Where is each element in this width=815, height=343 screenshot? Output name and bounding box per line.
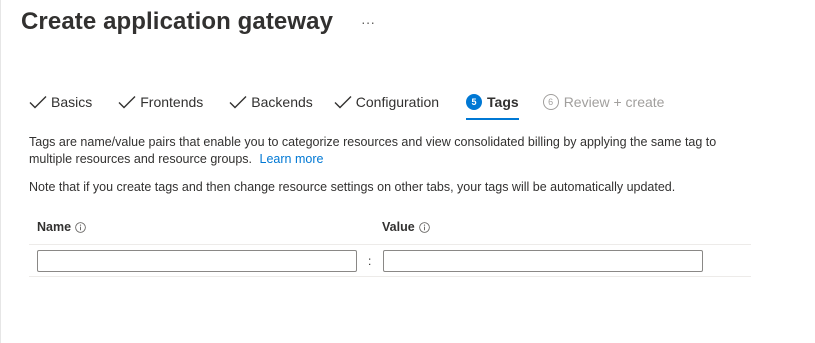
tab-review-create[interactable]: 6 Review + create xyxy=(542,90,665,114)
step-number-badge: 5 xyxy=(466,94,483,110)
tab-label: Tags xyxy=(487,94,519,110)
table-row: : xyxy=(29,245,751,277)
tag-value-input[interactable] xyxy=(383,250,703,272)
page-header: Create application gateway ··· xyxy=(21,8,379,36)
description-text: Tags are name/value pairs that enable yo… xyxy=(29,135,717,166)
tab-label: Frontends xyxy=(140,94,204,110)
tab-label: Backends xyxy=(251,94,313,110)
page-title: Create application gateway xyxy=(21,8,334,35)
checkmark-icon xyxy=(29,96,47,109)
step-number-badge: 6 xyxy=(542,94,559,110)
blade-left-border xyxy=(0,0,1,343)
tags-grid-header: Name Value xyxy=(29,210,751,245)
value-header-label: Value xyxy=(382,220,415,234)
checkmark-icon xyxy=(118,96,136,109)
name-column-header: Name xyxy=(37,220,86,234)
info-icon[interactable] xyxy=(418,221,430,233)
tag-name-input[interactable] xyxy=(37,250,357,272)
tab-label: Configuration xyxy=(355,94,440,110)
more-options-button[interactable]: ··· xyxy=(357,13,379,31)
tab-label: Basics xyxy=(51,94,93,110)
tab-frontends[interactable]: Frontends xyxy=(118,90,203,114)
value-column-header: Value xyxy=(382,220,430,234)
tab-label: Review + create xyxy=(563,94,665,110)
name-header-label: Name xyxy=(37,220,72,234)
tab-backends[interactable]: Backends xyxy=(229,90,313,114)
info-icon[interactable] xyxy=(75,221,86,233)
tags-description: Tags are name/value pairs that enable yo… xyxy=(29,134,749,168)
tab-basics[interactable]: Basics xyxy=(29,90,92,114)
learn-more-link[interactable]: Learn more xyxy=(260,152,324,166)
tab-configuration[interactable]: Configuration xyxy=(334,90,439,114)
name-value-separator: : xyxy=(368,254,372,268)
checkmark-icon xyxy=(334,96,352,109)
checkmark-icon xyxy=(229,96,247,109)
wizard-tabs: Basics Frontends Backends Configuration … xyxy=(29,90,664,122)
tags-note: Note that if you create tags and then ch… xyxy=(29,180,676,194)
tab-tags[interactable]: 5 Tags xyxy=(466,90,519,120)
